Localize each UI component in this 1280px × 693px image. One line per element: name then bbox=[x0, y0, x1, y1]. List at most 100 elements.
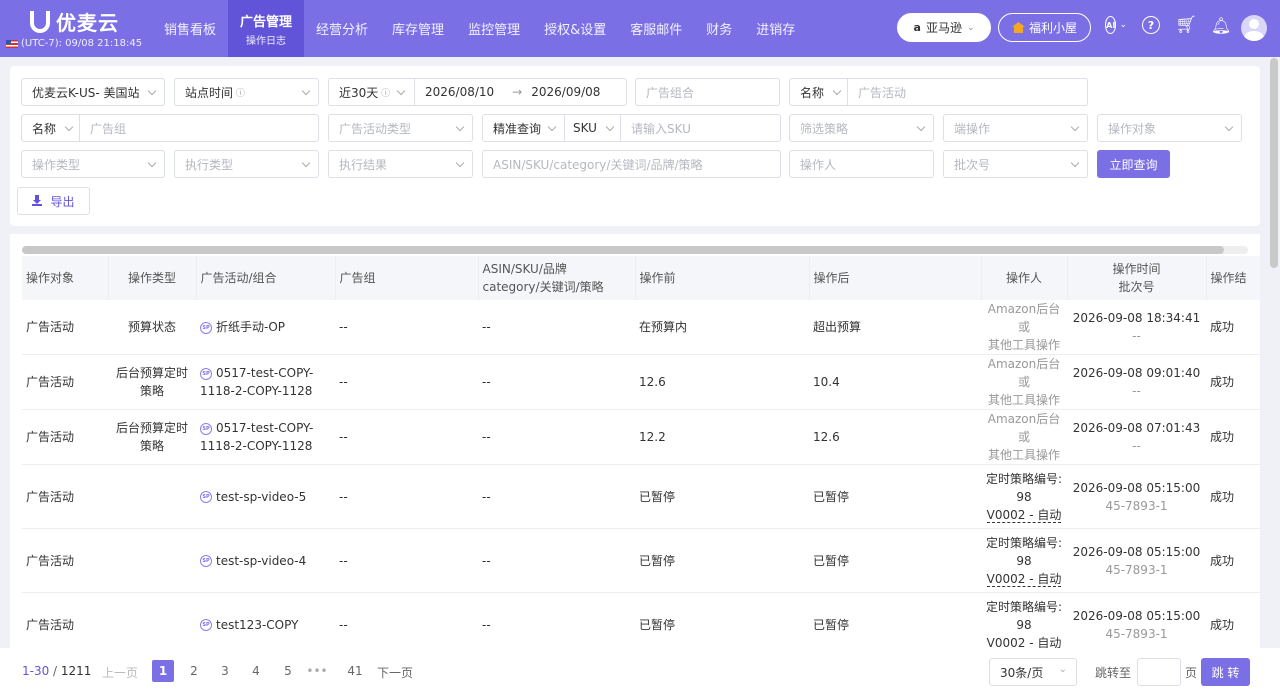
operation-time: 2026-09-08 05:15:00 bbox=[1072, 544, 1201, 559]
date-range-picker[interactable]: 近30天 ⓘ 2026/08/10 → 2026/09/08 bbox=[328, 78, 627, 106]
record-count: 1-30 / 1211 bbox=[22, 664, 91, 678]
adgroup-field-select[interactable]: 名称 bbox=[22, 115, 80, 141]
table-row[interactable]: 广告活动 SP test123-COPY -- -- 已暂停 已暂停 定时策略编号: 98 V00… bbox=[22, 592, 1260, 648]
operator-line2: 98 bbox=[1016, 617, 1032, 632]
export-label: 导出 bbox=[50, 194, 75, 209]
nav-item-4[interactable]: 监控管理 bbox=[456, 0, 532, 57]
sku-search[interactable]: 精准查询 SKU 请输入SKU bbox=[482, 114, 781, 142]
campaign-link[interactable]: test123-COPY bbox=[216, 618, 298, 632]
strategy-link[interactable]: V0002 - 自动 bbox=[986, 635, 1062, 648]
batch-number: 45-7893-1 bbox=[1105, 626, 1168, 641]
range-preset-select[interactable]: 近30天 ⓘ bbox=[329, 79, 415, 105]
campaign-link[interactable]: test-sp-video-5 bbox=[216, 490, 306, 504]
nav-item-6[interactable]: 客服邮件 bbox=[618, 0, 694, 57]
nav-item-3[interactable]: 库存管理 bbox=[380, 0, 456, 57]
end-operation-select[interactable]: 端操作 bbox=[943, 114, 1088, 142]
table-row[interactable]: 广告活动 SP test-sp-video-5 -- -- 已暂停 已暂停 定时策略编号: 98… bbox=[22, 464, 1260, 529]
jump-button[interactable]: 跳 转 bbox=[1201, 658, 1250, 686]
batch-placeholder: 批次号 bbox=[954, 157, 991, 172]
export-button[interactable]: 导出 bbox=[17, 187, 90, 215]
batch-number: -- bbox=[1132, 384, 1141, 398]
page-2[interactable]: 3 bbox=[214, 660, 236, 682]
strategy-link[interactable]: V0002 - 自动 bbox=[986, 571, 1062, 587]
jump-page-input[interactable] bbox=[1137, 658, 1181, 686]
cell-result: 成功 bbox=[1206, 354, 1260, 410]
match-mode-select[interactable]: 精准查询 bbox=[483, 115, 565, 141]
campaign-type-select[interactable]: 广告活动类型 bbox=[328, 114, 473, 142]
help-button[interactable]: ? bbox=[1140, 14, 1162, 36]
date-end[interactable]: 2026/09/08 bbox=[531, 85, 600, 99]
table-row[interactable]: 广告活动 SP test-sp-video-4 -- -- 已暂停 已暂停 定时策略编号: 98… bbox=[22, 528, 1260, 593]
campaign-link[interactable]: test-sp-video-4 bbox=[216, 554, 306, 568]
table-row[interactable]: 广告活动 预算状态 SP 折纸手动-OP -- -- 在预算内 超出预算 Amazon后台或 其他… bbox=[22, 300, 1260, 355]
cell-after: 12.6 bbox=[809, 409, 981, 465]
page-6[interactable]: 41 bbox=[344, 660, 366, 682]
page-4[interactable]: 5 bbox=[277, 660, 299, 682]
cell-result: 成功 bbox=[1206, 528, 1260, 593]
notification-button[interactable]: 🔔︎ bbox=[1210, 14, 1232, 36]
nav-item-0[interactable]: 销售看板 bbox=[152, 0, 228, 57]
page-size-select[interactable]: 30条/页 ⌄ bbox=[989, 658, 1077, 686]
nav-item-5[interactable]: 授权&设置 bbox=[532, 0, 618, 57]
cell-result: 成功 bbox=[1206, 464, 1260, 529]
nav-item-8[interactable]: 进销存 bbox=[744, 0, 807, 57]
page-1[interactable]: 2 bbox=[183, 660, 205, 682]
operation-type-select[interactable]: 操作类型 bbox=[21, 150, 165, 178]
next-page-button[interactable]: 下一页 bbox=[377, 664, 413, 681]
page-5[interactable]: ••• bbox=[306, 660, 328, 682]
cell-target: 广告活动 bbox=[22, 300, 108, 355]
sku-field-select[interactable]: SKU bbox=[565, 115, 621, 141]
col-type: 操作类型 bbox=[108, 256, 197, 300]
operation-time: 2026-09-08 09:01:40 bbox=[1072, 366, 1201, 380]
prev-page-button[interactable]: 上一页 bbox=[102, 664, 138, 681]
operation-target-select[interactable]: 操作对象 bbox=[1097, 114, 1242, 142]
strategy-select[interactable]: 筛选策略 bbox=[789, 114, 934, 142]
operator-input[interactable]: 操作人 bbox=[789, 150, 934, 178]
campaign-link[interactable]: 折纸手动-OP bbox=[216, 320, 285, 334]
shop-select[interactable]: 优麦云K-US- 美国站 bbox=[21, 78, 165, 106]
timezone-text: (UTC-7): 09/08 21:18:45 bbox=[21, 38, 143, 49]
page-3[interactable]: 4 bbox=[245, 660, 267, 682]
nav-item-7[interactable]: 财务 bbox=[694, 0, 744, 57]
campaign-link[interactable]: 0517-test-COPY-1118-2-COPY-1128 bbox=[200, 366, 313, 398]
cart-button[interactable]: 🛒︎ bbox=[1175, 14, 1197, 36]
sp-badge-icon: SP bbox=[200, 321, 212, 334]
cell-target: 广告活动 bbox=[22, 528, 108, 593]
platform-selector[interactable]: a 亚马逊 ⌄ bbox=[897, 13, 991, 42]
ad-portfolio-input[interactable]: 广告组合 bbox=[635, 78, 780, 106]
adgroup-search[interactable]: 名称 广告组 bbox=[21, 114, 319, 142]
horizontal-scrollbar[interactable] bbox=[22, 246, 1224, 254]
cell-before: 已暂停 bbox=[635, 592, 809, 648]
cell-asin: -- bbox=[478, 528, 635, 593]
keyword-search-input[interactable]: ASIN/SKU/category/关键词/品牌/策略 bbox=[482, 150, 781, 178]
welfare-button[interactable]: 福利小屋 bbox=[998, 13, 1091, 42]
execution-result-select[interactable]: 执行结果 bbox=[328, 150, 473, 178]
chevron-down-icon bbox=[64, 122, 74, 132]
cell-after: 已暂停 bbox=[809, 528, 981, 593]
nav-item-1[interactable]: 广告管理 操作日志 bbox=[228, 0, 305, 57]
table-row[interactable]: 广告活动 后台预算定时策略 SP 0517-test-COPY-1118-2-COPY… bbox=[22, 354, 1260, 410]
campaign-search[interactable]: 名称 广告活动 bbox=[789, 78, 1088, 106]
cell-operator: Amazon后台或 其他工具操作 bbox=[981, 409, 1067, 465]
batch-number: -- bbox=[1132, 439, 1141, 453]
operation-time: 2026-09-08 05:15:00 bbox=[1072, 608, 1201, 623]
cell-operator: Amazon后台或 其他工具操作 bbox=[981, 354, 1067, 410]
ai-assistant-button[interactable]: AI ⌄ bbox=[1105, 14, 1127, 36]
time-type-select[interactable]: 站点时间 ⓘ bbox=[174, 78, 319, 106]
welfare-label: 福利小屋 bbox=[1028, 21, 1077, 35]
campaign-field-select[interactable]: 名称 bbox=[790, 79, 848, 105]
batch-select[interactable]: 批次号 bbox=[943, 150, 1088, 178]
nav-item-2[interactable]: 经营分析 bbox=[304, 0, 380, 57]
campaign-link[interactable]: 0517-test-COPY-1118-2-COPY-1128 bbox=[200, 421, 313, 453]
page-0[interactable]: 1 bbox=[152, 660, 174, 682]
query-button[interactable]: 立即查询 bbox=[1097, 150, 1170, 178]
app-logo[interactable]: 优麦云 bbox=[30, 7, 119, 36]
date-start[interactable]: 2026/08/10 bbox=[425, 85, 494, 99]
col-campaign: 广告活动/组合 bbox=[196, 256, 336, 300]
vertical-scrollbar[interactable] bbox=[1270, 58, 1278, 268]
strategy-link[interactable]: V0002 - 自动 bbox=[986, 507, 1062, 523]
cell-asin: -- bbox=[478, 300, 635, 355]
table-row[interactable]: 广告活动 后台预算定时策略 SP 0517-test-COPY-1118-2-COPY… bbox=[22, 409, 1260, 465]
user-avatar[interactable] bbox=[1241, 15, 1267, 41]
execution-type-select[interactable]: 执行类型 bbox=[174, 150, 319, 178]
